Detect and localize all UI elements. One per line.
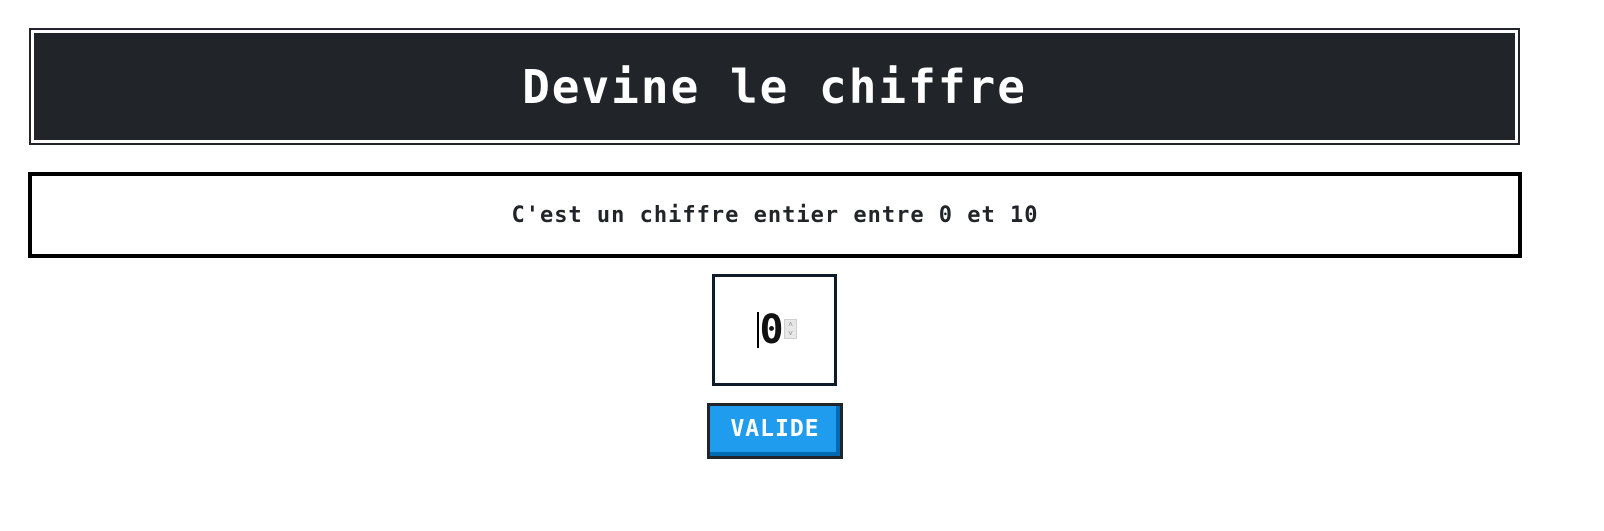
guess-value: 0 [759,307,784,353]
title-banner: Devine le chiffre [29,28,1520,145]
chevron-down-icon[interactable]: ˅ [788,329,793,338]
chevron-up-icon[interactable]: ˄ [788,320,793,329]
hint-box: C'est un chiffre entier entre 0 et 10 [28,172,1522,258]
number-spinner[interactable]: ˄ ˅ [784,319,797,339]
valide-button[interactable]: VALIDE [707,403,843,459]
hint-text: C'est un chiffre entier entre 0 et 10 [511,202,1039,228]
page-title: Devine le chiffre [522,59,1027,114]
guess-number-input[interactable]: 0 [712,274,837,386]
title-banner-inner: Devine le chiffre [34,33,1515,140]
guess-value-wrapper: 0 [757,307,784,353]
